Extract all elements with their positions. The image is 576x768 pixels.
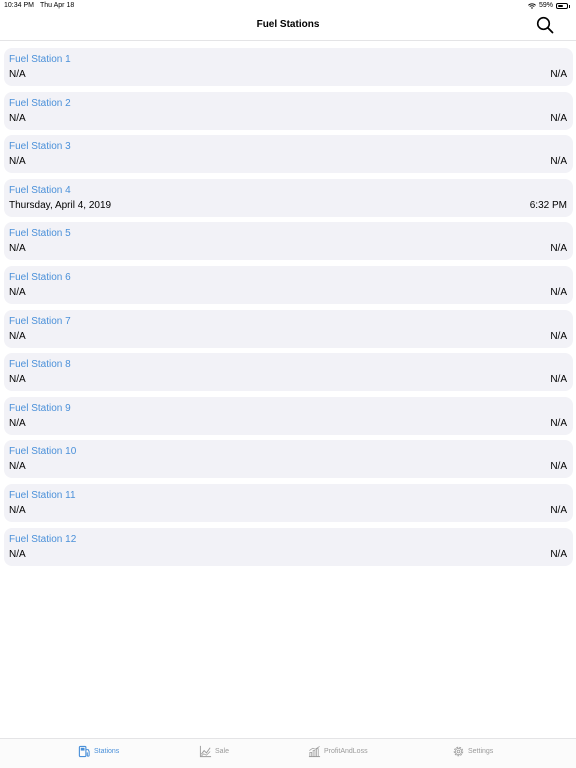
station-last-date: N/A [9,548,26,560]
station-card[interactable]: Fuel Station 5 N/A N/A [4,222,573,261]
station-last-date: N/A [9,504,26,516]
tab-sale[interactable]: Sale [199,745,229,758]
station-last-date: N/A [9,330,26,342]
station-last-time: N/A [550,548,567,560]
status-bar: 10:34 PM Thu Apr 18 59% [0,0,576,12]
station-card[interactable]: Fuel Station 11 N/A N/A [4,483,573,522]
fuel-pump-icon [78,745,90,758]
tab-stations-label: Stations [94,748,120,755]
tab-settings-label: Settings [468,748,494,755]
station-name: Fuel Station 5 [9,228,71,240]
station-name: Fuel Station 10 [9,446,77,458]
station-card[interactable]: Fuel Station 7 N/A N/A [4,309,573,348]
station-last-date: N/A [9,69,26,80]
page-title: Fuel Stations [256,19,320,30]
station-card[interactable]: Fuel Station 3 N/A N/A [4,135,573,174]
battery-icon [556,3,568,9]
station-name: Fuel Station 7 [9,315,71,327]
battery-tip [569,4,570,8]
chart-icon [199,745,212,758]
station-name: Fuel Station 6 [9,271,71,283]
status-time: 10:34 PM [4,2,34,9]
station-card[interactable]: Fuel Station 10 N/A N/A [4,440,573,479]
navigation-bar: Fuel Stations [0,12,576,41]
station-last-time: N/A [550,156,567,168]
station-last-time: N/A [550,69,567,80]
battery-fill [558,5,563,7]
station-last-date: N/A [9,417,26,429]
station-card[interactable]: Fuel Station 12 N/A N/A [4,527,573,566]
status-date: Thu Apr 18 [40,2,75,9]
station-card[interactable]: Fuel Station 1 N/A N/A [4,48,573,86]
station-card[interactable]: Fuel Station 2 N/A N/A [4,91,573,130]
station-last-time: N/A [550,112,567,124]
tab-settings[interactable]: Settings [452,745,493,758]
bar-chart-icon [308,746,321,758]
station-last-time: N/A [550,330,567,342]
station-card[interactable]: Fuel Station 6 N/A N/A [4,265,573,304]
station-list: Fuel Station 1 N/A N/A Fuel Station 2 N/A N/A… [4,48,573,571]
tab-sale-label: Sale [215,748,230,755]
fuel-stations-screen: 10:34 PM Thu Apr 18 59% Fuel Stations Fu… [0,0,576,768]
station-last-date: N/A [9,286,26,298]
station-name: Fuel Station 9 [9,402,71,414]
tab-profit-and-loss[interactable]: ProfitAndLoss [308,745,368,758]
station-last-date: N/A [9,374,26,386]
station-last-time: 6:32 PM [529,199,567,211]
station-last-date: N/A [9,156,26,168]
tab-stations[interactable]: Stations [78,745,119,758]
station-last-date: N/A [9,243,26,255]
station-card[interactable]: Fuel Station 4 Thursday, April 4, 2019 6:3… [4,178,573,217]
station-last-time: N/A [550,417,567,429]
station-name: Fuel Station 11 [9,489,76,501]
station-last-date: N/A [9,112,26,124]
station-card[interactable]: Fuel Station 8 N/A N/A [4,353,573,392]
tab-bar: Stations Sale ProfitAndLoss Settings [0,738,576,768]
station-card[interactable]: Fuel Station 9 N/A N/A [4,396,573,435]
station-last-time: N/A [550,504,567,516]
station-last-time: N/A [550,461,567,473]
station-name: Fuel Station 2 [9,97,71,109]
station-name: Fuel Station 3 [9,141,71,153]
station-name: Fuel Station 4 [9,184,71,196]
wifi-icon [528,2,536,9]
station-last-time: N/A [550,243,567,255]
station-name: Fuel Station 8 [9,359,71,371]
tab-profit-label: ProfitAndLoss [324,748,368,755]
search-button[interactable] [536,16,554,34]
battery-percent: 59% [538,2,553,9]
gear-icon [453,746,464,757]
station-name: Fuel Station 1 [9,54,71,65]
status-indicators: 59% [528,0,570,12]
search-icon [536,16,554,34]
station-last-date: Thursday, April 4, 2019 [9,199,112,211]
station-last-date: N/A [9,461,26,473]
station-last-time: N/A [550,374,567,386]
station-last-time: N/A [550,286,567,298]
station-name: Fuel Station 12 [9,533,77,545]
